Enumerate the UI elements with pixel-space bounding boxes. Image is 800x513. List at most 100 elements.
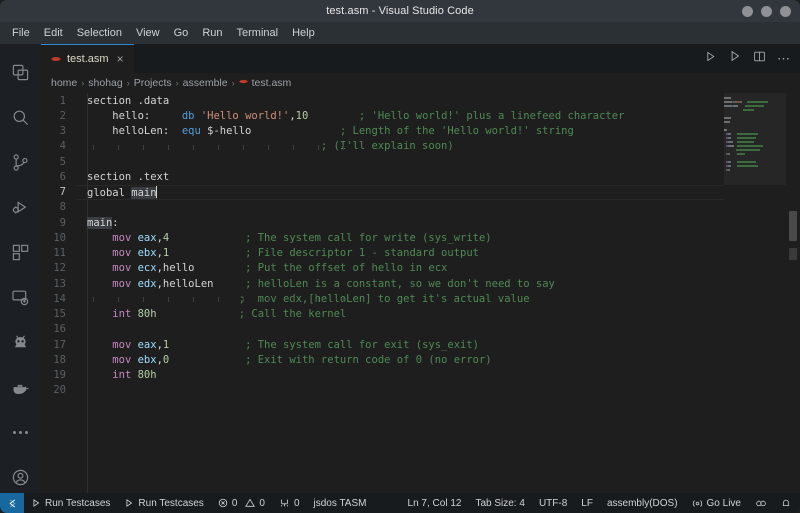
code-token: hello: <box>87 110 182 122</box>
code-lines: 1section .data2 hello: db 'Hello world!'… <box>41 93 800 398</box>
editor-scrollbar[interactable] <box>786 93 800 493</box>
minimap-token <box>737 137 756 139</box>
status-ports[interactable]: 0 <box>272 493 307 513</box>
minimap-token <box>745 105 764 107</box>
status-encoding[interactable]: UTF-8 <box>532 493 574 513</box>
code-token: ; Call the kernel <box>239 308 346 320</box>
breadcrumb-item-assemble[interactable]: assemble <box>183 77 228 89</box>
code-line[interactable]: 12 mov ecx,hello ; Put the offset of hel… <box>41 261 800 276</box>
status-editor-position[interactable]: Ln 7, Col 12 <box>401 493 469 513</box>
editor-actions: ⋯ <box>704 44 800 73</box>
minimap-token <box>747 101 769 103</box>
code-editor[interactable]: 1section .data2 hello: db 'Hello world!'… <box>41 93 800 493</box>
menu-item-help[interactable]: Help <box>286 25 321 41</box>
code-line[interactable]: 18 mov ebx,0 ; Exit with return code of … <box>41 352 800 367</box>
code-line[interactable]: 2 hello: db 'Hello world!',10 ; 'Hello w… <box>41 108 800 123</box>
run-play-icon[interactable] <box>728 49 742 68</box>
run-and-debug-icon[interactable] <box>0 185 41 230</box>
code-token: 10 <box>296 110 309 122</box>
breadcrumb[interactable]: home›shohag›Projects›assemble›test.asm <box>41 73 800 93</box>
status-label: Run Testcases <box>45 498 110 509</box>
code-line[interactable]: 10 mov eax,4 ; The system call for write… <box>41 230 800 245</box>
code-token <box>169 232 245 244</box>
breadcrumb-item-projects[interactable]: Projects <box>134 77 172 89</box>
status-language-mode[interactable]: assembly(DOS) <box>600 493 685 513</box>
status-feedback[interactable] <box>748 493 774 513</box>
minimap-line <box>724 97 786 100</box>
menu-item-view[interactable]: View <box>130 25 166 41</box>
testing-beaker-icon[interactable] <box>0 320 41 365</box>
more-actions-icon[interactable]: ⋯ <box>777 52 790 65</box>
status-eol[interactable]: LF <box>574 493 600 513</box>
close-button[interactable] <box>780 6 791 17</box>
docker-icon[interactable] <box>0 365 41 410</box>
asm-file-icon <box>51 54 61 64</box>
code-token: mov <box>112 278 131 290</box>
code-line[interactable]: 19 int 80h <box>41 368 800 383</box>
code-line[interactable]: 3 helloLen: equ $-hello ; Length of the … <box>41 124 800 139</box>
code-line[interactable]: 6section .text <box>41 169 800 184</box>
menu-item-edit[interactable]: Edit <box>38 25 69 41</box>
status-run-testcases-2[interactable]: Run Testcases <box>117 493 210 513</box>
remote-window-icon[interactable] <box>0 493 24 513</box>
minimap-line <box>724 137 786 140</box>
status-notifications[interactable] <box>774 493 800 513</box>
code-line[interactable]: 14 ; mov edx,[helloLen] to get it's actu… <box>41 291 800 306</box>
more-views-icon[interactable] <box>0 410 41 455</box>
bell-icon <box>781 498 791 509</box>
menu-item-terminal[interactable]: Terminal <box>231 25 285 41</box>
vscode-window: test.asm - Visual Studio Code FileEditSe… <box>0 0 800 513</box>
menu-item-run[interactable]: Run <box>196 25 228 41</box>
menu-item-go[interactable]: Go <box>168 25 195 41</box>
code-token: ecx <box>138 262 157 274</box>
status-tasm-mode[interactable]: jsdos TASM <box>307 493 374 513</box>
code-line[interactable]: 4 ; (I'll explain soon) <box>41 139 800 154</box>
code-line[interactable]: 8 <box>41 200 800 215</box>
breadcrumb-label: test.asm <box>252 77 292 89</box>
code-line[interactable]: 11 mov ebx,1 ; File descriptor 1 - stand… <box>41 246 800 261</box>
status-bar-right: Ln 7, Col 12 Tab Size: 4 UTF-8 LF assemb… <box>401 493 800 513</box>
line-number: 11 <box>41 247 77 259</box>
status-indentation[interactable]: Tab Size: 4 <box>468 493 531 513</box>
code-line[interactable]: 9main: <box>41 215 800 230</box>
code-line[interactable]: 16 <box>41 322 800 337</box>
minimap-token <box>728 117 731 119</box>
scrollbar-slider[interactable] <box>789 211 797 241</box>
code-line-text: helloLen: equ $-hello ; Length of the 'H… <box>77 125 574 137</box>
maximize-button[interactable] <box>761 6 772 17</box>
code-token: eax <box>138 339 157 351</box>
code-line[interactable]: 15 int 80h ; Call the kernel <box>41 307 800 322</box>
code-token <box>251 125 340 137</box>
source-control-icon[interactable] <box>0 140 41 185</box>
minimap-token <box>730 165 731 167</box>
status-run-testcases-1[interactable]: Run Testcases <box>24 493 117 513</box>
breadcrumb-item-shohag[interactable]: shohag <box>88 77 122 89</box>
breadcrumb-item-home[interactable]: home <box>51 77 77 89</box>
minimap-line <box>724 113 786 116</box>
menu-item-file[interactable]: File <box>6 25 36 41</box>
status-label: jsdos TASM <box>314 498 367 509</box>
status-go-live[interactable]: Go Live <box>685 493 748 513</box>
close-icon[interactable]: × <box>115 53 126 65</box>
code-line[interactable]: 13 mov edx,helloLen ; helloLen is a cons… <box>41 276 800 291</box>
code-line[interactable]: 17 mov eax,1 ; The system call for exit … <box>41 337 800 352</box>
code-token: mov <box>112 354 131 366</box>
menu-item-selection[interactable]: Selection <box>71 25 128 41</box>
code-line[interactable]: 5 <box>41 154 800 169</box>
status-problems[interactable]: 0 0 <box>211 493 272 513</box>
explorer-icon[interactable] <box>0 50 41 95</box>
extensions-icon[interactable] <box>0 230 41 275</box>
search-icon[interactable] <box>0 95 41 140</box>
breadcrumb-item-test-asm[interactable]: test.asm <box>239 77 292 89</box>
minimap[interactable] <box>724 93 786 493</box>
tab-test-asm[interactable]: test.asm × <box>41 44 134 73</box>
code-line[interactable]: 20 <box>41 383 800 398</box>
code-line[interactable]: 1section .data <box>41 93 800 108</box>
remote-explorer-icon[interactable] <box>0 275 41 320</box>
run-code-icon[interactable] <box>704 50 717 68</box>
minimize-button[interactable] <box>742 6 753 17</box>
split-editor-icon[interactable] <box>753 50 766 68</box>
code-token <box>87 293 239 305</box>
code-line[interactable]: 7global main <box>41 185 800 200</box>
line-number: 4 <box>41 140 77 152</box>
